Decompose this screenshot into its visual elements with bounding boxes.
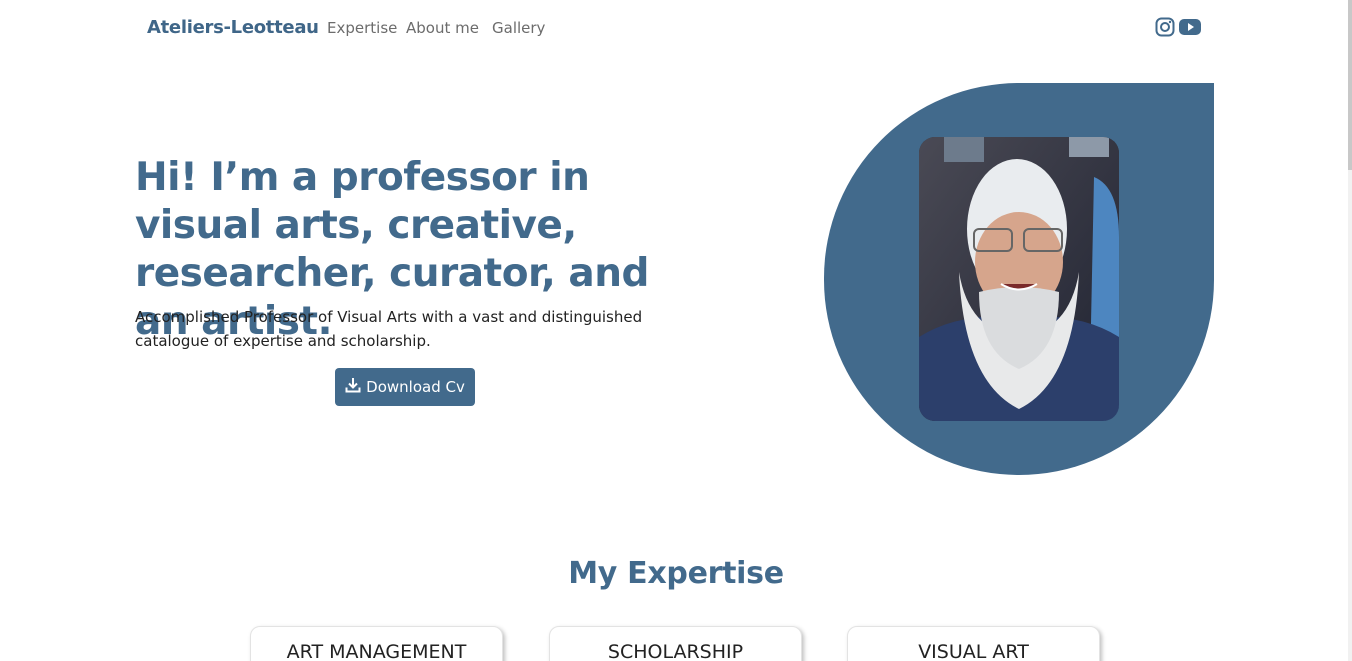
download-cv-button[interactable]: Download Cv	[335, 368, 475, 406]
hero-subtitle: Accomplished Professor of Visual Arts wi…	[135, 308, 643, 350]
navbar: Ateliers-Leotteau Expertise About me Gal…	[0, 0, 1352, 57]
nav-link-about-me[interactable]: About me	[406, 19, 479, 37]
brand-link[interactable]: Ateliers-Leotteau	[147, 17, 319, 38]
card-title: VISUAL ART	[918, 641, 1029, 661]
scrollbar-thumb[interactable]	[1348, 0, 1352, 170]
expertise-card-art-management[interactable]: ART MANAGEMENT	[250, 626, 503, 661]
nav-link-expertise[interactable]: Expertise	[327, 19, 397, 37]
instagram-icon[interactable]	[1155, 17, 1175, 37]
download-icon	[345, 377, 361, 397]
card-title: SCHOLARSHIP	[607, 641, 744, 661]
youtube-icon[interactable]	[1178, 17, 1202, 37]
nav-link-gallery[interactable]: Gallery	[492, 19, 545, 37]
download-cv-label: Download Cv	[366, 378, 465, 396]
expertise-heading: My Expertise	[568, 556, 784, 591]
page-scrollbar[interactable]	[1348, 0, 1352, 661]
profile-photo	[919, 137, 1119, 421]
expertise-card-visual-art[interactable]: VISUAL ART	[847, 626, 1100, 661]
card-title: ART MANAGEMENT	[286, 641, 467, 661]
expertise-card-scholarship[interactable]: SCHOLARSHIP	[549, 626, 802, 661]
